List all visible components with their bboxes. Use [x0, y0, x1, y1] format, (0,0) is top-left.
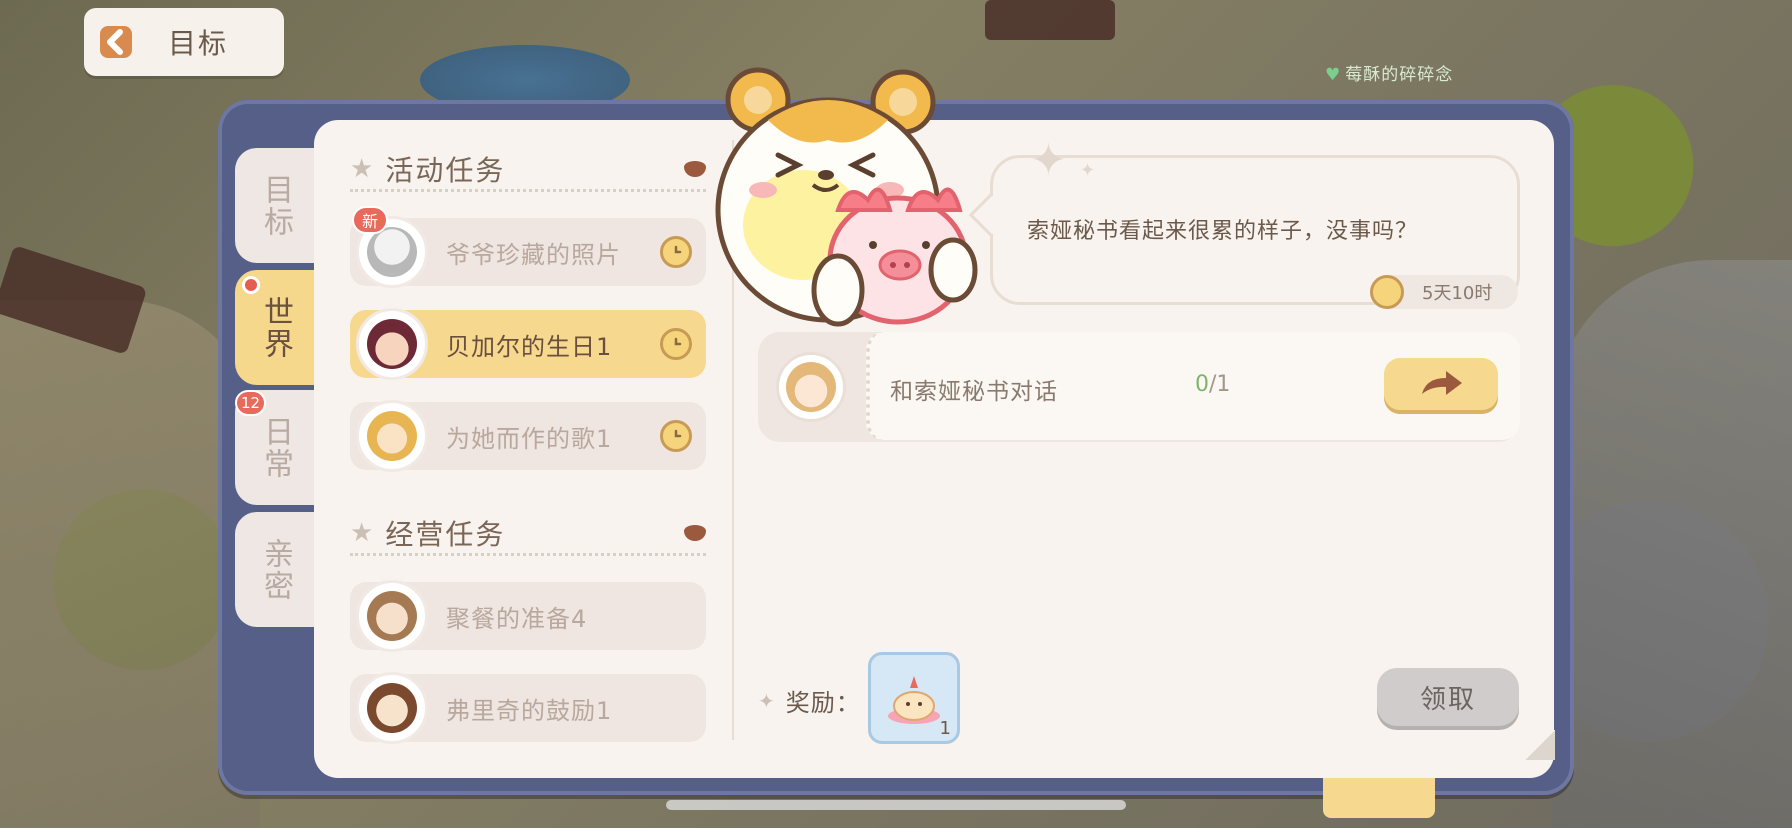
reward-item[interactable]: 1: [868, 652, 960, 744]
objective-text: 和索娅秘书对话: [890, 379, 1058, 405]
count-badge: 12: [235, 390, 267, 416]
star-icon: ★: [350, 517, 374, 548]
star-icon: ★: [350, 153, 374, 184]
section-title: 经营任务: [385, 517, 506, 551]
clock-icon: [660, 328, 692, 360]
back-button[interactable]: 目标: [84, 8, 284, 76]
collapse-icon: [684, 160, 706, 177]
character-avatar: [356, 308, 428, 380]
collapse-icon: [684, 524, 706, 541]
clock-icon: [1370, 275, 1404, 309]
page-title: 目标: [168, 27, 229, 60]
section-header-business[interactable]: ★ 经营任务: [350, 512, 706, 556]
tab-label: 亲密: [258, 537, 293, 602]
time-remaining: 5天10时: [1370, 275, 1518, 309]
notification-dot: [242, 276, 260, 294]
clock-icon: [660, 236, 692, 268]
clock-icon: [660, 420, 692, 452]
objective-progress: 0/1: [1195, 372, 1230, 397]
home-indicator[interactable]: [666, 800, 1126, 810]
tab-label: 世界: [258, 295, 293, 360]
page-corner-fold: [1525, 730, 1555, 760]
task-name: 聚餐的准备4: [446, 604, 588, 633]
tab-label: 目标: [258, 173, 293, 238]
go-arrow-icon: [1422, 371, 1462, 395]
sparkle-icon: ✦: [1030, 135, 1067, 186]
task-item[interactable]: 弗里奇的鼓励1: [350, 672, 706, 744]
task-item[interactable]: 贝加尔的生日1: [350, 308, 706, 380]
claim-button[interactable]: 领取: [1377, 668, 1519, 726]
heart-icon: ♥: [1325, 65, 1342, 85]
reward-label: ✦ 奖励：: [758, 683, 861, 718]
new-badge: 新: [352, 206, 388, 234]
task-item[interactable]: 为她而作的歌1: [350, 400, 706, 472]
go-button[interactable]: [1384, 358, 1498, 410]
tab-label: 日常: [258, 415, 293, 480]
cake-icon: [888, 676, 940, 724]
progress-current: 0: [1195, 372, 1209, 397]
background-stairs: [1552, 260, 1792, 828]
time-remaining-text: 5天10时: [1422, 283, 1493, 304]
character-avatar: [356, 672, 428, 744]
npc-name-label: ♥ 莓酥的碎碎念: [1325, 65, 1454, 85]
background-bench: [985, 0, 1115, 40]
dialog-text: 索娅秘书看起来很累的样子，没事吗？: [1027, 219, 1419, 244]
task-name: 弗里奇的鼓励1: [446, 696, 613, 725]
task-name: 爷爷珍藏的照片: [446, 240, 621, 269]
task-item[interactable]: 新 爷爷珍藏的照片: [350, 206, 706, 288]
character-avatar: [356, 580, 428, 652]
section-header-event[interactable]: ★ 活动任务: [350, 148, 706, 192]
reward-label-text: 奖励：: [785, 689, 861, 717]
sparkle-icon: ✦: [758, 688, 776, 713]
back-arrow-icon: [94, 20, 138, 64]
task-item[interactable]: 聚餐的准备4: [350, 580, 706, 652]
progress-total: /1: [1209, 372, 1231, 397]
reward-quantity: 1: [939, 718, 951, 739]
section-title: 活动任务: [385, 153, 506, 187]
task-name: 为她而作的歌1: [446, 424, 613, 453]
bottom-ribbon: [1323, 778, 1435, 818]
hamster-mascot: [708, 60, 998, 340]
task-name: 贝加尔的生日1: [446, 332, 613, 361]
character-avatar: [356, 400, 428, 472]
sparkle-icon: ✦: [1080, 160, 1096, 181]
character-avatar: [776, 352, 846, 422]
